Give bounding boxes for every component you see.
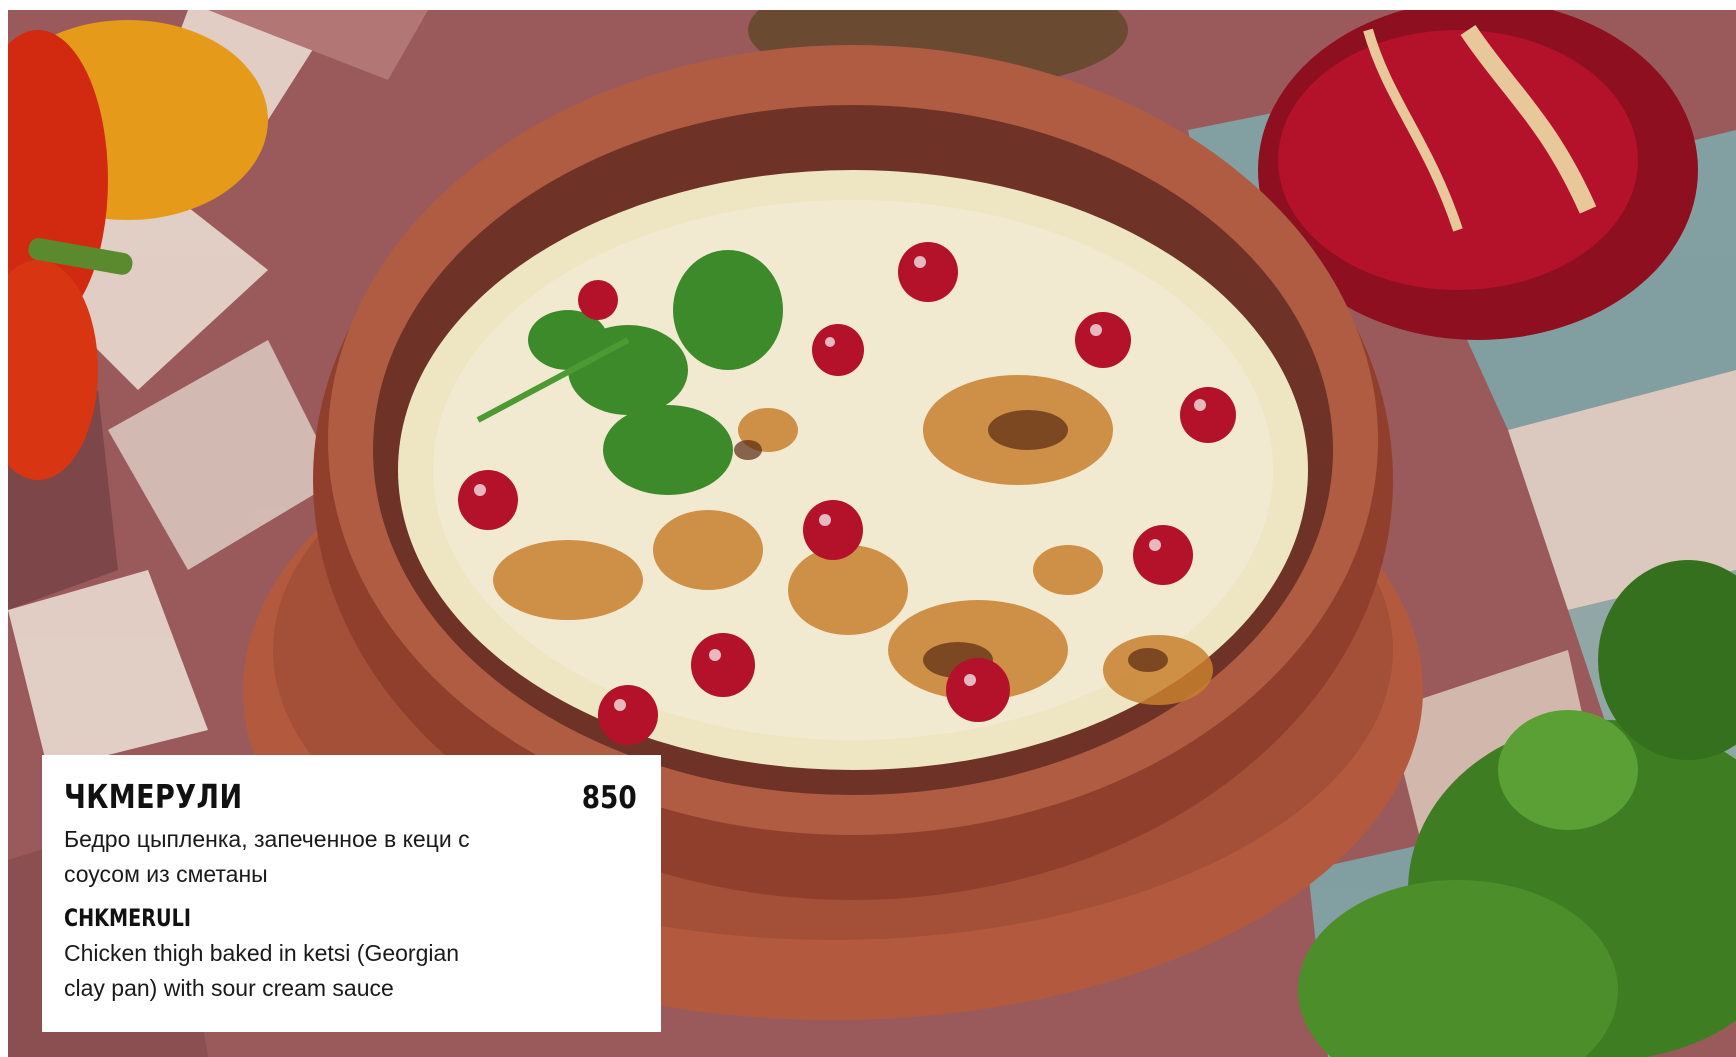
dish-title-en: CHKMERULI (64, 904, 192, 932)
menu-item-card: ЧКМЕРУЛИ 850 Бедро цыпленка, запеченное … (42, 755, 661, 1032)
dish-title-ru: ЧКМЕРУЛИ (64, 777, 243, 816)
title-row: ЧКМЕРУЛИ 850 (64, 777, 637, 818)
menu-page: ЧКМЕРУЛИ 850 Бедро цыпленка, запеченное … (0, 0, 1736, 1057)
dish-price: 850 (581, 780, 637, 816)
dish-description-ru: Бедро цыпленка, запеченное в кеци с соус… (64, 826, 470, 887)
dish-description-en: Chicken thigh baked in ketsi (Georgian c… (64, 940, 460, 1001)
